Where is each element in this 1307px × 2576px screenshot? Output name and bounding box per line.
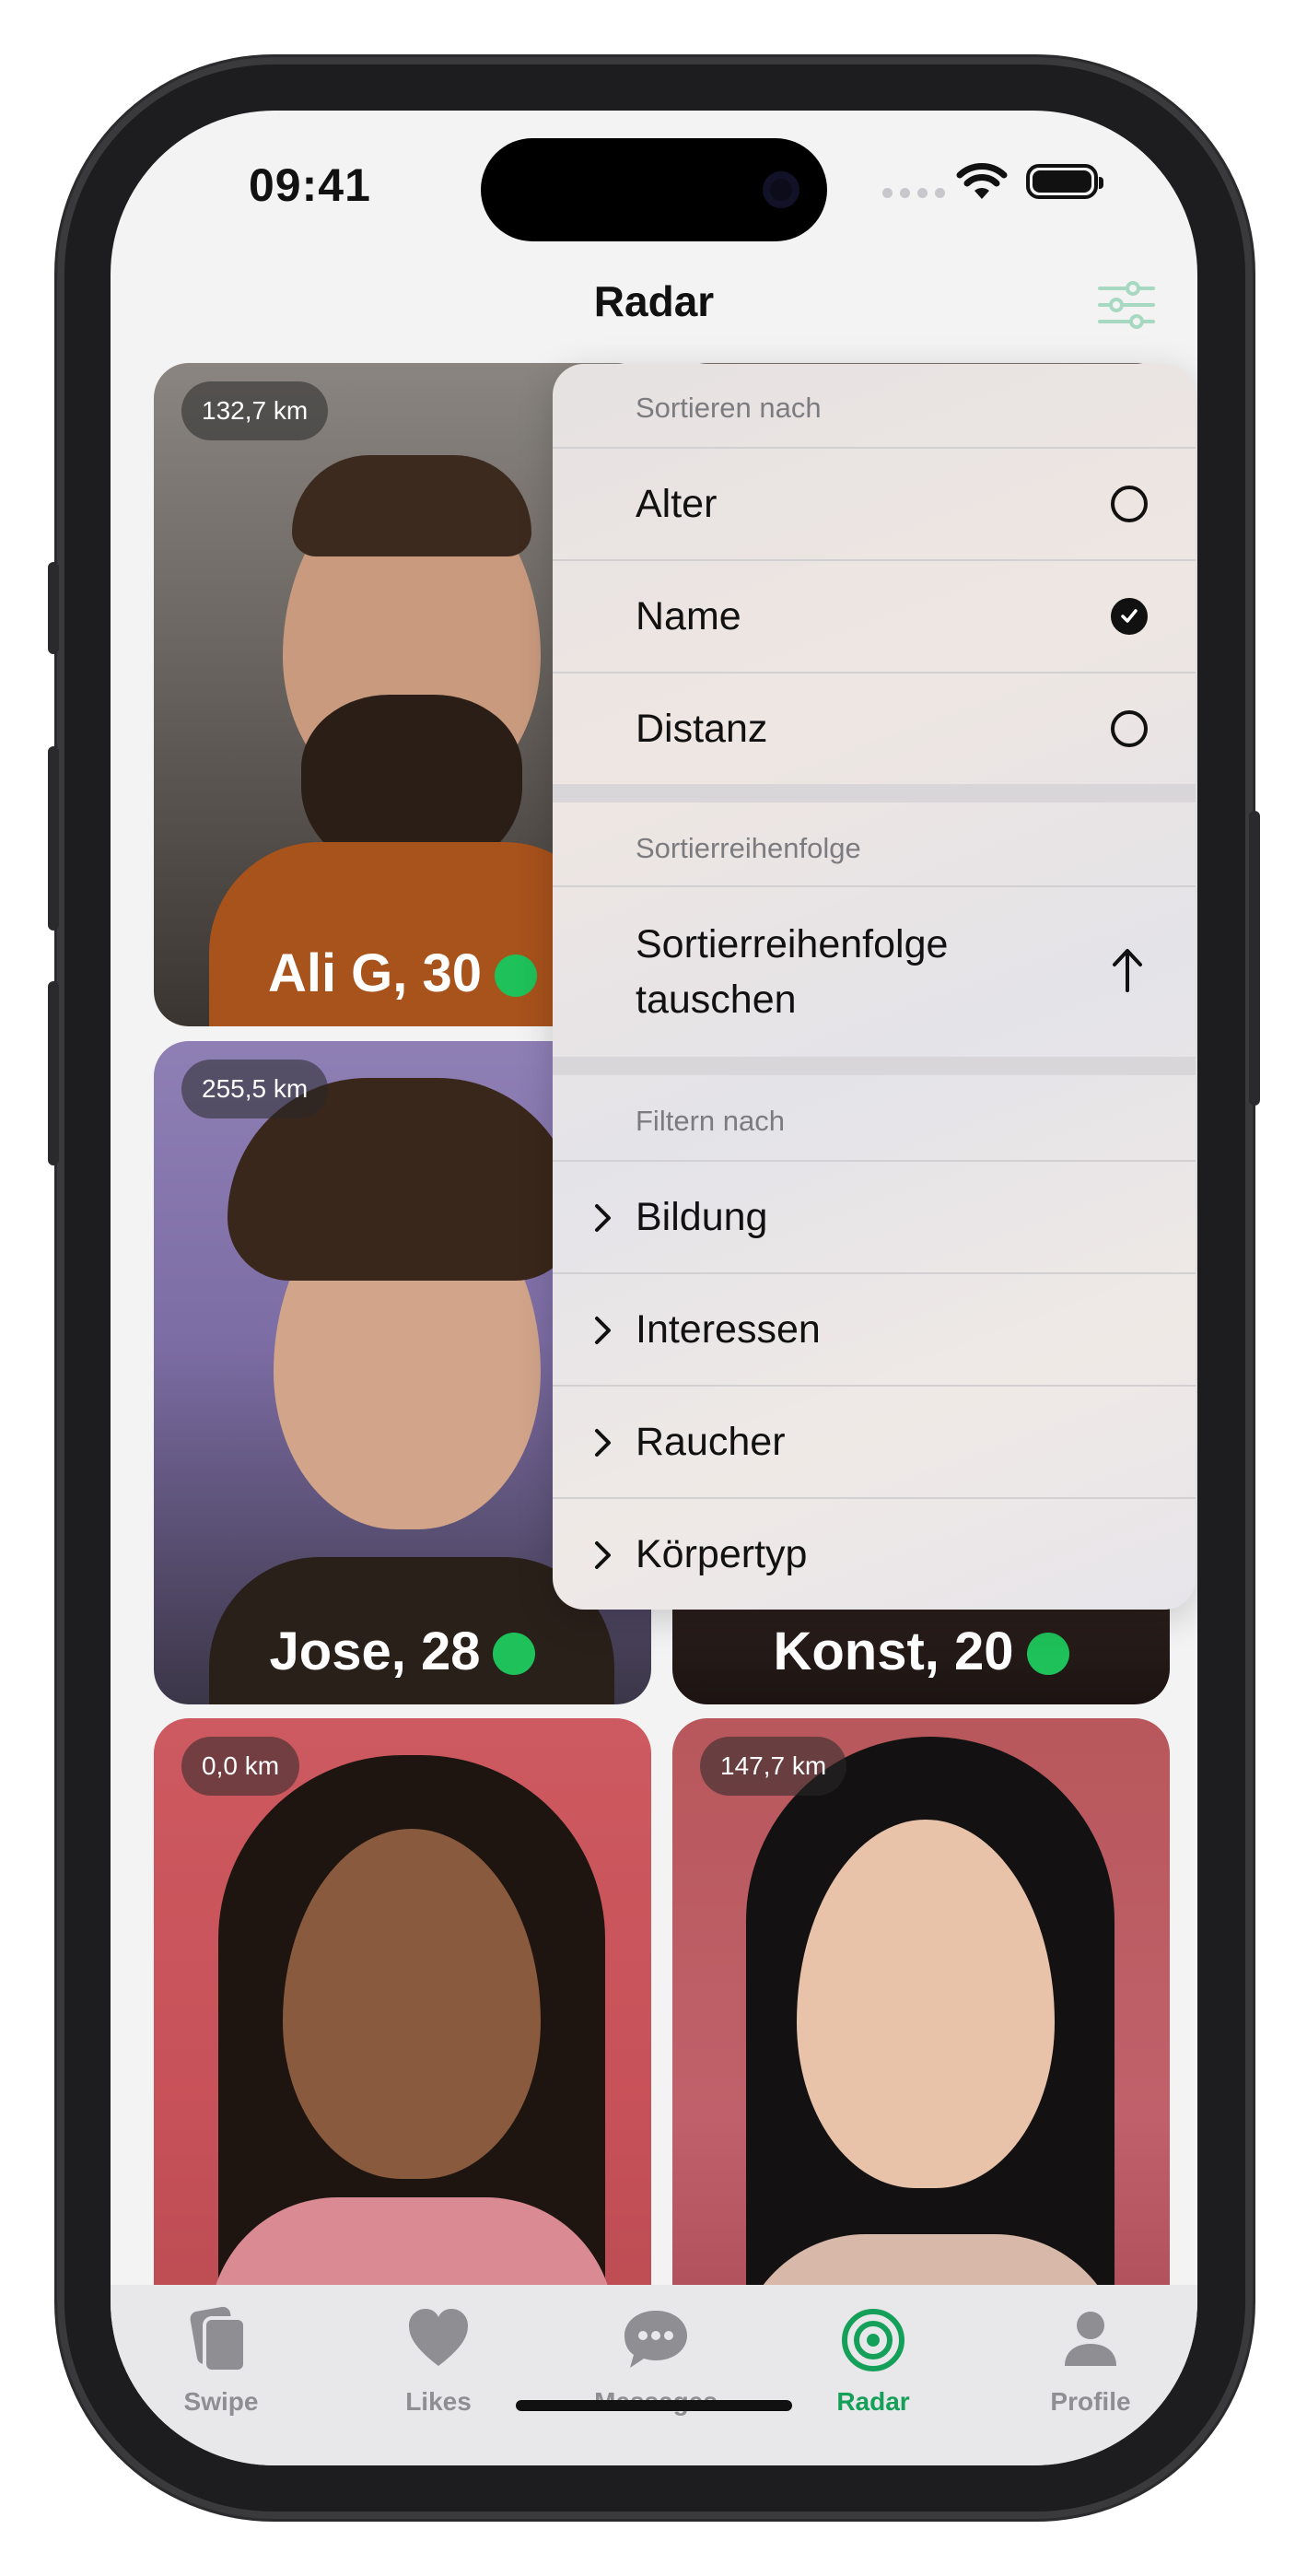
chat-bubble-icon <box>624 2311 687 2368</box>
cellular-signal-icon <box>882 188 945 198</box>
side-button <box>1249 811 1260 1106</box>
chevron-right-icon <box>595 1429 611 1457</box>
tab-bar: Swipe Likes Messages Radar <box>111 2285 1197 2465</box>
filter-item-interessen[interactable]: Interessen <box>553 1272 1196 1385</box>
distance-badge: 0,0 km <box>181 1737 300 1796</box>
radio-empty-icon <box>1111 710 1148 747</box>
wifi-icon <box>956 163 1008 199</box>
filter-label: Bildung <box>636 1195 768 1239</box>
volume-up-button <box>48 746 59 931</box>
chevron-right-icon <box>595 1204 611 1232</box>
profile-card[interactable]: 0,0 km <box>154 1718 651 2382</box>
tab-label: Profile <box>1050 2387 1131 2416</box>
person-icon <box>1065 2312 1116 2366</box>
filter-label: Körpertyp <box>636 1532 808 1576</box>
sort-filter-menu: Sortieren nach Alter Name Distanz Sortie… <box>553 364 1196 1610</box>
filter-item-raucher[interactable]: Raucher <box>553 1385 1196 1497</box>
tab-label: Likes <box>405 2387 472 2416</box>
section-divider <box>553 784 1196 802</box>
cards-icon <box>190 2306 247 2373</box>
toggle-sort-order-button[interactable]: Sortierreihenfolge tauschen <box>553 885 1196 1057</box>
section-divider <box>553 1057 1196 1075</box>
filter-sliders-icon[interactable] <box>1096 279 1157 331</box>
sort-option-label: Distanz <box>636 707 768 751</box>
radar-icon <box>842 2309 904 2371</box>
chevron-right-icon <box>595 1317 611 1344</box>
sort-option-alter[interactable]: Alter <box>553 447 1196 559</box>
filter-item-koerpertyp[interactable]: Körpertyp <box>553 1497 1196 1610</box>
sort-option-label: Name <box>636 594 741 638</box>
heart-icon <box>409 2309 468 2366</box>
tab-label: Swipe <box>183 2387 259 2416</box>
tab-label: Radar <box>836 2387 910 2416</box>
status-time: 09:41 <box>249 159 371 211</box>
battery-icon <box>1026 164 1103 199</box>
home-indicator[interactable] <box>516 2400 792 2411</box>
online-indicator <box>495 954 538 997</box>
section-header-sort: Sortieren nach <box>636 392 822 424</box>
sort-option-label: Alter <box>636 482 718 526</box>
arrow-up-icon <box>1113 949 1142 992</box>
section-header-filter: Filtern nach <box>636 1105 785 1137</box>
tab-radar[interactable]: Radar <box>781 2305 965 2417</box>
tab-swipe[interactable]: Swipe <box>129 2305 313 2417</box>
distance-badge: 147,7 km <box>700 1737 847 1796</box>
volume-down-button <box>48 981 59 1165</box>
profile-name: Jose, 28 <box>154 1621 651 1682</box>
filter-label: Raucher <box>636 1420 786 1464</box>
sort-option-distanz[interactable]: Distanz <box>553 672 1196 784</box>
dynamic-island <box>481 138 827 241</box>
profile-name: Konst, 20 <box>672 1621 1170 1682</box>
checkmark-circle-icon <box>1111 598 1148 635</box>
screen: 09:41 Radar 132,7 km Ali G, 30 255,5 km … <box>111 111 1197 2465</box>
toggle-sort-order-label: Sortierreihenfolge tauschen <box>636 922 949 1022</box>
tab-profile[interactable]: Profile <box>998 2305 1183 2417</box>
tab-likes[interactable]: Likes <box>346 2305 531 2417</box>
filter-item-bildung[interactable]: Bildung <box>553 1160 1196 1272</box>
filter-label: Interessen <box>636 1307 821 1352</box>
chevron-right-icon <box>595 1541 611 1569</box>
action-button <box>48 562 59 654</box>
profile-card[interactable]: 147,7 km <box>672 1718 1170 2382</box>
section-header-order: Sortierreihenfolge <box>636 832 861 864</box>
online-indicator <box>1026 1633 1069 1675</box>
online-indicator <box>493 1633 536 1675</box>
sort-option-name[interactable]: Name <box>553 559 1196 672</box>
radio-empty-icon <box>1111 486 1148 522</box>
distance-badge: 132,7 km <box>181 381 329 440</box>
page-title: Radar <box>593 277 715 325</box>
distance-badge: 255,5 km <box>181 1060 329 1118</box>
